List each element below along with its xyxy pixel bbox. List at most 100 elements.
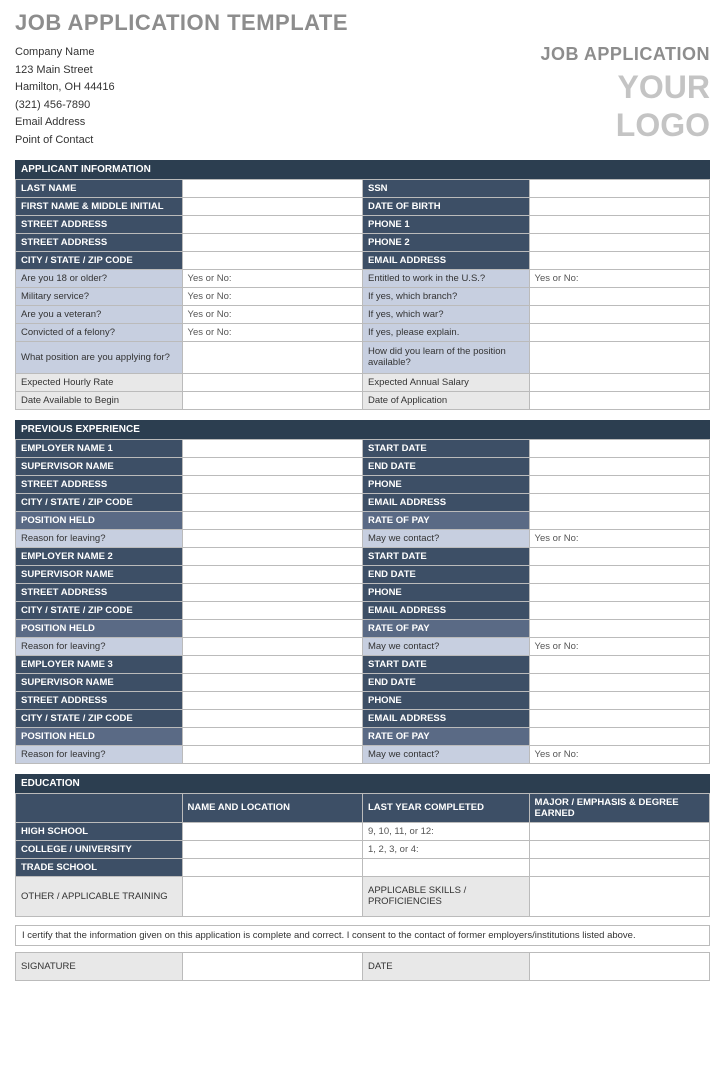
input-last-name[interactable] bbox=[182, 179, 362, 197]
input-phone-2[interactable] bbox=[529, 233, 709, 251]
input-sup-3[interactable] bbox=[182, 673, 362, 691]
input-salary[interactable] bbox=[529, 373, 709, 391]
input-start-2[interactable] bbox=[529, 547, 709, 565]
label-street-e3: STREET ADDRESS bbox=[16, 691, 183, 709]
input-street-e1[interactable] bbox=[182, 475, 362, 493]
input-rate-3[interactable] bbox=[529, 727, 709, 745]
experience-header: PREVIOUS EXPERIENCE bbox=[15, 420, 710, 439]
label-email-e2: EMAIL ADDRESS bbox=[362, 601, 529, 619]
input-emp1[interactable] bbox=[182, 439, 362, 457]
input-phone-1[interactable] bbox=[529, 215, 709, 233]
input-avail[interactable] bbox=[182, 391, 362, 409]
input-first-mi[interactable] bbox=[182, 197, 362, 215]
input-end-2[interactable] bbox=[529, 565, 709, 583]
label-emp2: EMPLOYER NAME 2 bbox=[16, 547, 183, 565]
input-war[interactable] bbox=[529, 305, 709, 323]
input-email-e2[interactable] bbox=[529, 601, 709, 619]
label-contact-1: May we contact? bbox=[362, 529, 529, 547]
input-college-year[interactable]: 1, 2, 3, or 4: bbox=[362, 840, 529, 858]
input-contact-2[interactable]: Yes or No: bbox=[529, 637, 709, 655]
input-start-1[interactable] bbox=[529, 439, 709, 457]
input-skills[interactable] bbox=[529, 876, 709, 916]
input-hs-name[interactable] bbox=[182, 822, 362, 840]
label-email-e3: EMAIL ADDRESS bbox=[362, 709, 529, 727]
label-ssn: SSN bbox=[362, 179, 529, 197]
input-phone-e1[interactable] bbox=[529, 475, 709, 493]
label-18-or-older: Are you 18 or older? bbox=[16, 269, 183, 287]
input-dob[interactable] bbox=[529, 197, 709, 215]
edu-col-name: NAME AND LOCATION bbox=[182, 793, 362, 822]
input-explain[interactable] bbox=[529, 323, 709, 341]
input-reason-1[interactable] bbox=[182, 529, 362, 547]
input-phone-e3[interactable] bbox=[529, 691, 709, 709]
input-start-3[interactable] bbox=[529, 655, 709, 673]
input-street-2[interactable] bbox=[182, 233, 362, 251]
input-csz-e3[interactable] bbox=[182, 709, 362, 727]
input-pos-3[interactable] bbox=[182, 727, 362, 745]
input-street-e3[interactable] bbox=[182, 691, 362, 709]
input-appdate[interactable] bbox=[529, 391, 709, 409]
input-felony[interactable]: Yes or No: bbox=[182, 323, 362, 341]
label-phone-e2: PHONE bbox=[362, 583, 529, 601]
input-rate-1[interactable] bbox=[529, 511, 709, 529]
input-position[interactable] bbox=[182, 341, 362, 373]
label-street-e1: STREET ADDRESS bbox=[16, 475, 183, 493]
input-hs-major[interactable] bbox=[529, 822, 709, 840]
label-end-1: END DATE bbox=[362, 457, 529, 475]
label-phone-2: PHONE 2 bbox=[362, 233, 529, 251]
input-email[interactable] bbox=[529, 251, 709, 269]
page: JOB APPLICATION TEMPLATE Company Name 12… bbox=[0, 0, 725, 991]
input-18-or-older[interactable]: Yes or No: bbox=[182, 269, 362, 287]
input-reason-2[interactable] bbox=[182, 637, 362, 655]
input-street-1[interactable] bbox=[182, 215, 362, 233]
input-csz-e1[interactable] bbox=[182, 493, 362, 511]
input-emp3[interactable] bbox=[182, 655, 362, 673]
input-rate-2[interactable] bbox=[529, 619, 709, 637]
input-college-name[interactable] bbox=[182, 840, 362, 858]
input-phone-e2[interactable] bbox=[529, 583, 709, 601]
input-emp2[interactable] bbox=[182, 547, 362, 565]
input-signature[interactable] bbox=[182, 952, 362, 980]
input-reason-3[interactable] bbox=[182, 745, 362, 763]
input-veteran[interactable]: Yes or No: bbox=[182, 305, 362, 323]
input-pos-2[interactable] bbox=[182, 619, 362, 637]
input-street-e2[interactable] bbox=[182, 583, 362, 601]
input-college-major[interactable] bbox=[529, 840, 709, 858]
label-position: What position are you applying for? bbox=[16, 341, 183, 373]
input-sig-date[interactable] bbox=[529, 952, 709, 980]
input-ssn[interactable] bbox=[529, 179, 709, 197]
input-military[interactable]: Yes or No: bbox=[182, 287, 362, 305]
input-trade-year[interactable] bbox=[362, 858, 529, 876]
input-learn[interactable] bbox=[529, 341, 709, 373]
input-end-1[interactable] bbox=[529, 457, 709, 475]
edu-col-year: LAST YEAR COMPLETED bbox=[362, 793, 529, 822]
label-veteran: Are you a veteran? bbox=[16, 305, 183, 323]
input-csz[interactable] bbox=[182, 251, 362, 269]
input-end-3[interactable] bbox=[529, 673, 709, 691]
company-contact: Point of Contact bbox=[15, 132, 115, 150]
input-trade-major[interactable] bbox=[529, 858, 709, 876]
input-sup-1[interactable] bbox=[182, 457, 362, 475]
input-hs-year[interactable]: 9, 10, 11, or 12: bbox=[362, 822, 529, 840]
label-start-1: START DATE bbox=[362, 439, 529, 457]
input-pos-1[interactable] bbox=[182, 511, 362, 529]
input-sup-2[interactable] bbox=[182, 565, 362, 583]
applicant-header: APPLICANT INFORMATION bbox=[15, 160, 710, 179]
input-other-training[interactable] bbox=[182, 876, 362, 916]
input-hourly[interactable] bbox=[182, 373, 362, 391]
page-title: JOB APPLICATION TEMPLATE bbox=[15, 10, 710, 36]
input-trade-name[interactable] bbox=[182, 858, 362, 876]
input-email-e1[interactable] bbox=[529, 493, 709, 511]
input-csz-e2[interactable] bbox=[182, 601, 362, 619]
applicant-section: APPLICANT INFORMATION LAST NAMESSN FIRST… bbox=[15, 160, 710, 410]
label-street-e2: STREET ADDRESS bbox=[16, 583, 183, 601]
label-trade: TRADE SCHOOL bbox=[16, 858, 183, 876]
label-entitled-work: Entitled to work in the U.S.? bbox=[362, 269, 529, 287]
header: Company Name 123 Main Street Hamilton, O… bbox=[15, 44, 710, 150]
input-branch[interactable] bbox=[529, 287, 709, 305]
label-contact-2: May we contact? bbox=[362, 637, 529, 655]
input-email-e3[interactable] bbox=[529, 709, 709, 727]
input-contact-3[interactable]: Yes or No: bbox=[529, 745, 709, 763]
input-entitled-work[interactable]: Yes or No: bbox=[529, 269, 709, 287]
input-contact-1[interactable]: Yes or No: bbox=[529, 529, 709, 547]
